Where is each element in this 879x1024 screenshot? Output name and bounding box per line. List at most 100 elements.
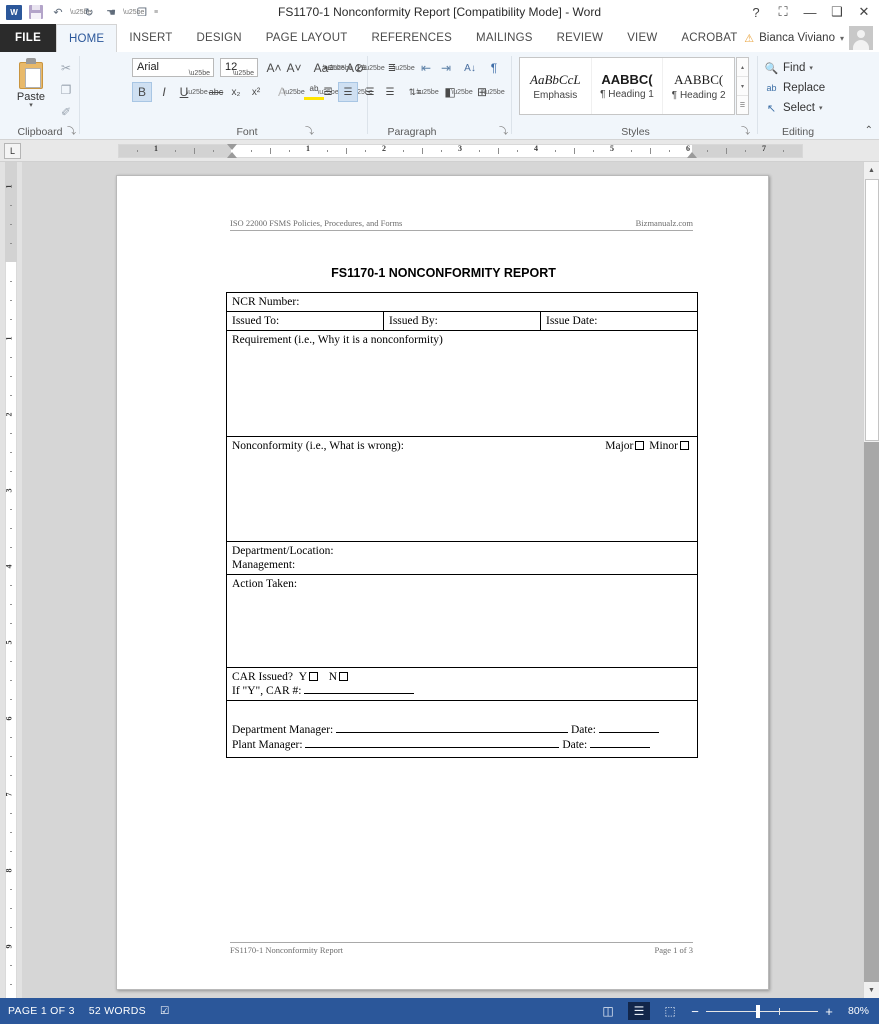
scrollbar-track[interactable] bbox=[864, 442, 879, 982]
strikethrough-button[interactable]: abc bbox=[206, 82, 226, 102]
sort-button[interactable]: A↓ bbox=[460, 58, 480, 78]
shading-dropdown-icon[interactable]: \u25be bbox=[451, 82, 472, 102]
document-footer[interactable]: FS1170-1 Nonconformity Report Page 1 of … bbox=[230, 942, 693, 955]
italic-button[interactable]: I bbox=[154, 82, 174, 102]
scroll-down-arrow-icon[interactable]: ▼ bbox=[864, 982, 879, 998]
tab-view[interactable]: VIEW bbox=[615, 24, 669, 52]
tab-design[interactable]: DESIGN bbox=[184, 24, 253, 52]
car-no-checkbox[interactable] bbox=[339, 672, 349, 681]
style-heading-2[interactable]: AABBC( ¶ Heading 2 bbox=[663, 58, 734, 114]
replace-button[interactable]: ab Replace bbox=[764, 79, 825, 97]
chevron-down-icon[interactable]: ▾ bbox=[840, 34, 844, 43]
paste-dropdown-icon[interactable]: ▾ bbox=[8, 102, 54, 109]
zoom-slider[interactable]: − + bbox=[690, 1004, 834, 1019]
bullets-dropdown-icon[interactable]: \u25be bbox=[331, 58, 352, 78]
font-size-dropdown-icon[interactable]: \u25be bbox=[233, 65, 254, 82]
table-row-management[interactable]: Management: bbox=[227, 558, 697, 575]
horizontal-ruler[interactable]: 11234567 bbox=[118, 144, 803, 158]
table-row-requirement[interactable]: Requirement (i.e., Why it is a nonconfor… bbox=[227, 331, 697, 437]
collapse-ribbon-button[interactable]: ⌃ bbox=[865, 125, 873, 136]
user-name-label[interactable]: Bianca Viviano bbox=[759, 32, 835, 44]
major-checkbox[interactable] bbox=[635, 441, 645, 450]
plant-manager-blank[interactable] bbox=[305, 747, 560, 748]
line-spacing-dropdown-icon[interactable]: \u25be bbox=[417, 82, 438, 102]
align-right-button[interactable]: ☰ bbox=[360, 82, 380, 102]
borders-dropdown-icon[interactable]: \u25be bbox=[483, 82, 504, 102]
read-mode-button[interactable]: ◫ bbox=[597, 1002, 619, 1020]
font-size-combobox[interactable]: 12 \u25be bbox=[220, 58, 258, 77]
tab-insert[interactable]: INSERT bbox=[117, 24, 184, 52]
table-row-car-issued[interactable]: CAR Issued? Y N bbox=[227, 668, 697, 684]
first-line-indent-marker[interactable] bbox=[227, 144, 237, 150]
close-button[interactable]: ✕ bbox=[851, 1, 877, 23]
vertical-ruler[interactable]: 1123456789 bbox=[0, 162, 22, 998]
align-left-button[interactable]: ☰ bbox=[318, 82, 338, 102]
paste-button[interactable]: Paste ▾ bbox=[8, 56, 54, 109]
multilevel-dropdown-icon[interactable]: \u25be bbox=[393, 58, 414, 78]
scroll-up-arrow-icon[interactable]: ▲ bbox=[864, 162, 879, 178]
minor-checkbox[interactable] bbox=[680, 441, 689, 450]
web-layout-button[interactable]: ⬚ bbox=[659, 1002, 681, 1020]
shrink-font-button[interactable]: A˅ bbox=[284, 58, 304, 78]
styles-scroll-up-icon[interactable]: ▴ bbox=[737, 58, 748, 77]
font-name-combobox[interactable]: Arial \u25be bbox=[132, 58, 214, 77]
zoom-track[interactable] bbox=[706, 1004, 818, 1018]
styles-more-icon[interactable]: ☰ bbox=[737, 96, 748, 114]
tab-file[interactable]: FILE bbox=[0, 24, 56, 52]
tab-acrobat[interactable]: ACROBAT bbox=[669, 24, 749, 52]
tab-page-layout[interactable]: PAGE LAYOUT bbox=[254, 24, 360, 52]
styles-scroll-down-icon[interactable]: ▾ bbox=[737, 77, 748, 96]
font-name-dropdown-icon[interactable]: \u25be bbox=[189, 65, 210, 82]
align-center-button[interactable]: ☰ bbox=[338, 82, 358, 102]
select-dropdown-icon[interactable]: ▾ bbox=[819, 104, 823, 112]
decrease-indent-button[interactable]: ⇤ bbox=[416, 58, 436, 78]
document-page[interactable]: ISO 22000 FSMS Policies, Procedures, and… bbox=[116, 175, 769, 990]
tab-review[interactable]: REVIEW bbox=[545, 24, 616, 52]
help-button[interactable]: ? bbox=[743, 1, 769, 23]
table-row-issued[interactable]: Issued To: Issued By: Issue Date: bbox=[227, 312, 697, 331]
tab-home[interactable]: HOME bbox=[56, 24, 118, 52]
zoom-out-button[interactable]: − bbox=[690, 1004, 700, 1019]
underline-dropdown-icon[interactable]: \u25be bbox=[186, 82, 207, 102]
subscript-button[interactable]: x₂ bbox=[226, 82, 246, 102]
select-button[interactable]: ↖ Select ▾ bbox=[764, 99, 823, 117]
car-number-blank[interactable] bbox=[304, 693, 415, 694]
restore-button[interactable]: ❑ bbox=[824, 1, 850, 23]
department-manager-blank[interactable] bbox=[336, 732, 569, 733]
severity-options[interactable]: Major Minor bbox=[605, 440, 691, 452]
zoom-in-button[interactable]: + bbox=[824, 1004, 834, 1019]
table-row-action-taken[interactable]: Action Taken: bbox=[227, 575, 697, 668]
date-blank-1[interactable] bbox=[598, 732, 659, 733]
increase-indent-button[interactable]: ⇥ bbox=[436, 58, 456, 78]
window-controls[interactable]: ? ⛶ — ❑ ✕ bbox=[743, 0, 877, 24]
show-formatting-marks-button[interactable]: ¶ bbox=[484, 58, 504, 78]
paragraph-dialog-launcher[interactable]: ⤵ bbox=[499, 124, 508, 137]
car-yes-checkbox[interactable] bbox=[309, 672, 319, 681]
left-indent-marker[interactable] bbox=[227, 152, 237, 158]
find-dropdown-icon[interactable]: ▾ bbox=[809, 64, 813, 72]
table-row-signatures[interactable]: Department Manager: Date: Plant Manager:… bbox=[227, 701, 697, 757]
scrollbar-thumb[interactable] bbox=[865, 179, 879, 441]
tab-mailings[interactable]: MAILINGS bbox=[464, 24, 545, 52]
ribbon-display-options-button[interactable]: ⛶ bbox=[770, 1, 796, 23]
nonconformity-form-table[interactable]: NCR Number: Issued To: Issued By: Issue … bbox=[226, 292, 698, 758]
page-indicator[interactable]: PAGE 1 OF 3 bbox=[8, 1005, 75, 1017]
styles-gallery[interactable]: AaBbCcL Emphasis AABBC( ¶ Heading 1 AABB… bbox=[519, 57, 735, 115]
styles-dialog-launcher[interactable]: ⤵ bbox=[741, 124, 750, 137]
proofing-status-icon[interactable]: ☑ bbox=[160, 1005, 170, 1017]
text-effects-dropdown-icon[interactable]: \u25be bbox=[283, 82, 304, 102]
print-layout-button[interactable]: ☰ bbox=[628, 1002, 650, 1020]
zoom-thumb[interactable] bbox=[756, 1004, 760, 1018]
tab-references[interactable]: REFERENCES bbox=[359, 24, 464, 52]
table-row-nonconformity[interactable]: Nonconformity (i.e., What is wrong): Maj… bbox=[227, 437, 697, 542]
style-emphasis[interactable]: AaBbCcL Emphasis bbox=[520, 58, 592, 114]
styles-gallery-scroll[interactable]: ▴ ▾ ☰ bbox=[736, 57, 749, 115]
table-row-department-location[interactable]: Department/Location: bbox=[227, 542, 697, 558]
justify-button[interactable]: ☰ bbox=[380, 82, 400, 102]
document-header[interactable]: ISO 22000 FSMS Policies, Procedures, and… bbox=[230, 218, 693, 231]
superscript-button[interactable]: x² bbox=[246, 82, 266, 102]
table-row-car-number[interactable]: If "Y", CAR #: bbox=[227, 684, 697, 701]
bold-button[interactable]: B bbox=[132, 82, 152, 102]
grow-font-button[interactable]: A˄ bbox=[264, 58, 284, 78]
find-button[interactable]: 🔍 Find ▾ bbox=[764, 59, 813, 77]
